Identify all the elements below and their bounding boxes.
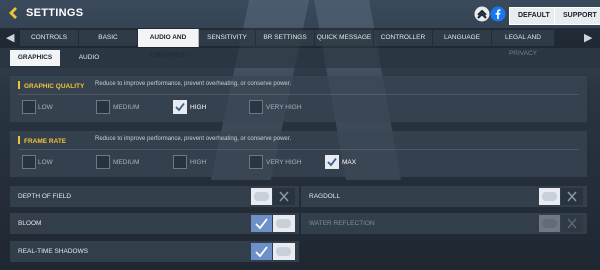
option-very-high-label: VERY HIGH (266, 104, 302, 111)
sub-tabs: GRAPHICS AUDIO (0, 48, 600, 68)
toggle-left (251, 243, 272, 260)
tab-sensitivity[interactable]: SENSITIVITY (199, 30, 256, 46)
tab-basic[interactable]: BASIC (79, 30, 138, 46)
facebook-icon[interactable] (490, 6, 506, 22)
water-reflection-row: WATER REFLECTION (301, 213, 587, 234)
depth-of-field-row: DEPTH OF FIELD (10, 186, 299, 207)
checkbox-low[interactable] (22, 155, 36, 169)
toggle-right (273, 243, 295, 260)
depth-of-field-label: DEPTH OF FIELD (18, 193, 72, 200)
tab-br-settings[interactable]: BR SETTINGS (256, 30, 315, 46)
ragdoll-label: RAGDOLL (309, 193, 341, 200)
option-medium-label: MEDIUM (113, 104, 140, 111)
tab-language[interactable]: LANGUAGE (433, 30, 492, 46)
bloom-row: BLOOM (10, 213, 299, 234)
option-high-label: HIGH (190, 159, 207, 166)
checkbox-max[interactable] (325, 155, 339, 169)
category-tabs: ◀ CONTROLS BASIC AUDIO AND GRAPHICS SENS… (0, 28, 600, 59)
toggle-left (539, 215, 560, 232)
checkmark-icon (175, 102, 185, 112)
option-max-label: MAX (342, 159, 357, 166)
toggle-knob (276, 219, 291, 228)
graphic-quality-panel: GRAPHIC QUALITY Reduce to improve perfor… (10, 76, 587, 122)
tab-audio-and-graphics[interactable]: AUDIO AND GRAPHICS (138, 29, 199, 59)
graphic-quality-description: Reduce to improve performance, prevent o… (95, 81, 292, 87)
checkbox-medium[interactable] (96, 155, 110, 169)
toggle-right (273, 215, 295, 232)
bloom-label: BLOOM (18, 220, 42, 227)
toggle-knob (276, 247, 291, 256)
divider (18, 149, 579, 150)
checkmark-icon (327, 157, 337, 167)
frame-rate-description: Reduce to improve performance, prevent o… (95, 136, 292, 142)
support-button[interactable]: SUPPORT (554, 7, 600, 25)
real-time-shadows-label: REAL-TIME SHADOWS (18, 248, 89, 255)
tab-quick-message[interactable]: QUICK MESSAGE (315, 30, 374, 46)
checkbox-low[interactable] (22, 100, 36, 114)
option-very-high-label: VERY HIGH (266, 159, 302, 166)
checkbox-very-high[interactable] (249, 100, 263, 114)
x-icon (567, 218, 577, 229)
tabs-next-icon[interactable]: ▶ (584, 31, 592, 44)
option-high-label: HIGH (190, 104, 207, 111)
checkbox-very-high[interactable] (249, 155, 263, 169)
toggle-knob (542, 192, 557, 201)
option-medium-label: MEDIUM (113, 159, 140, 166)
toggle-right (561, 215, 583, 232)
header-bar: SETTINGS DEFAULT SUPPORT (0, 0, 600, 28)
subtab-audio[interactable]: AUDIO (64, 50, 114, 66)
back-arrow-icon[interactable] (6, 6, 20, 20)
graphic-quality-title: GRAPHIC QUALITY (18, 81, 84, 90)
checkmark-icon (255, 218, 268, 230)
toggle-right (273, 188, 295, 205)
subtab-graphics[interactable]: GRAPHICS (10, 50, 60, 66)
tab-controls[interactable]: CONTROLS (20, 30, 79, 46)
divider (18, 94, 579, 95)
checkbox-high[interactable] (173, 155, 187, 169)
checkmark-icon (255, 246, 268, 258)
rank-chevron-icon[interactable] (474, 6, 490, 22)
toggle-left (251, 215, 272, 232)
depth-of-field-toggle[interactable] (251, 188, 295, 205)
tabs-prev-icon[interactable]: ◀ (6, 31, 14, 44)
checkbox-high[interactable] (173, 100, 187, 114)
water-reflection-label: WATER REFLECTION (309, 220, 375, 227)
checkbox-medium[interactable] (96, 100, 110, 114)
x-icon (279, 191, 289, 202)
real-time-shadows-row: REAL-TIME SHADOWS (10, 241, 299, 262)
toggle-left (251, 188, 272, 205)
toggle-knob (254, 192, 269, 201)
frame-rate-panel: FRAME RATE Reduce to improve performance… (10, 131, 587, 177)
tab-controller[interactable]: CONTROLLER (374, 30, 433, 46)
toggle-left (539, 188, 560, 205)
frame-rate-title: FRAME RATE (18, 136, 66, 145)
default-button[interactable]: DEFAULT (509, 7, 559, 25)
ragdoll-row: RAGDOLL (301, 186, 587, 207)
real-time-shadows-toggle[interactable] (251, 243, 295, 260)
ragdoll-toggle[interactable] (539, 188, 583, 205)
bloom-toggle[interactable] (251, 215, 295, 232)
x-icon (567, 191, 577, 202)
option-low-label: LOW (38, 104, 53, 111)
page-title: SETTINGS (26, 7, 84, 19)
toggle-knob (542, 219, 557, 228)
water-reflection-toggle (539, 215, 583, 232)
tab-legal-and-privacy[interactable]: LEGAL AND PRIVACY (492, 30, 555, 57)
option-low-label: LOW (38, 159, 53, 166)
toggle-right (561, 188, 583, 205)
